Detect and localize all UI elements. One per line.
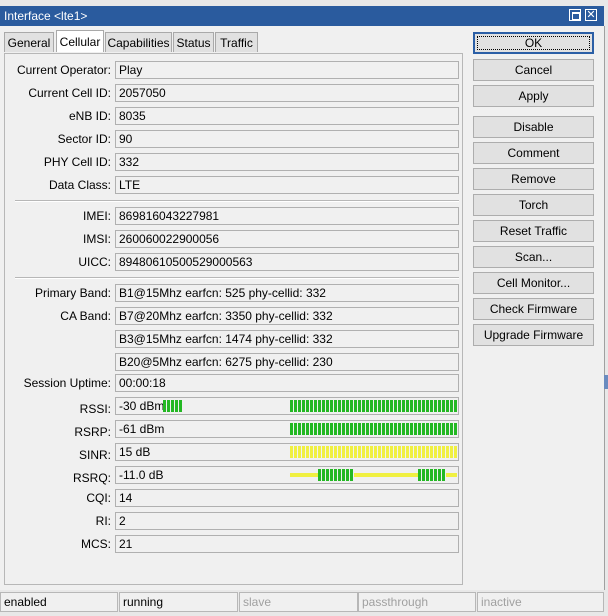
sinr-value: 15 dB	[119, 445, 151, 459]
ok-button[interactable]: OK	[473, 32, 594, 54]
torch-button[interactable]: Torch	[473, 194, 594, 216]
rssi-label: RSSI:	[79, 402, 111, 416]
window-title: Interface <lte1>	[4, 9, 88, 23]
mcs-field[interactable]: 21	[115, 535, 459, 553]
rsrq-label: RSRQ:	[72, 471, 111, 485]
ri-field[interactable]: 2	[115, 512, 459, 530]
cell-monitor-button[interactable]: Cell Monitor...	[473, 272, 594, 294]
primary-band-field[interactable]: B1@15Mhz earfcn: 525 phy-cellid: 332	[115, 284, 459, 302]
imei-label: IMEI:	[82, 209, 111, 223]
rssi-level-bar-short	[163, 400, 183, 412]
rssi-level-bar	[290, 400, 457, 412]
tab-cellular[interactable]: Cellular	[56, 30, 104, 52]
cqi-field[interactable]: 14	[115, 489, 459, 507]
enb-id-label: eNB ID:	[68, 109, 111, 123]
rsrp-level-bar	[290, 423, 457, 435]
tab-general[interactable]: General	[4, 32, 54, 52]
current-operator-label: Current Operator:	[16, 63, 111, 77]
status-inactive: inactive	[477, 592, 604, 612]
rsrq-field[interactable]: -11.0 dB	[115, 466, 459, 484]
sinr-field[interactable]: 15 dB	[115, 443, 459, 461]
remove-button[interactable]: Remove	[473, 168, 594, 190]
phy-cell-id-field[interactable]: 332	[115, 153, 459, 171]
ca-band-field-3[interactable]: B20@5Mhz earfcn: 6275 phy-cellid: 230	[115, 353, 459, 371]
close-icon[interactable]: ✕	[585, 9, 597, 21]
background-window-edge	[604, 375, 608, 389]
status-bar: enabled running slave passthrough inacti…	[0, 592, 608, 612]
primary-band-label: Primary Band:	[34, 286, 111, 300]
rsrq-level-bar-2	[418, 469, 446, 481]
upgrade-firmware-button[interactable]: Upgrade Firmware	[473, 324, 594, 346]
uicc-label: UICC:	[78, 255, 111, 269]
current-cell-id-label: Current Cell ID:	[28, 86, 111, 100]
enb-id-field[interactable]: 8035	[115, 107, 459, 125]
sinr-level-bar	[290, 446, 457, 458]
rsrp-label: RSRP:	[74, 425, 111, 439]
status-passthrough: passthrough	[358, 592, 476, 612]
status-running: running	[119, 592, 238, 612]
check-firmware-button[interactable]: Check Firmware	[473, 298, 594, 320]
ca-band-field-1[interactable]: B7@20Mhz earfcn: 3350 phy-cellid: 332	[115, 307, 459, 325]
rsrp-value: -61 dBm	[119, 422, 165, 436]
window-titlebar: Interface <lte1> ✕	[0, 6, 604, 26]
rsrq-level-bar-1	[318, 469, 354, 481]
disable-button[interactable]: Disable	[473, 116, 594, 138]
rssi-field[interactable]: -30 dBm	[115, 397, 459, 415]
rsrp-field[interactable]: -61 dBm	[115, 420, 459, 438]
ca-band-label: CA Band:	[60, 309, 111, 323]
cellular-panel: Current Operator: Play Current Cell ID: …	[4, 53, 463, 585]
session-uptime-field[interactable]: 00:00:18	[115, 374, 459, 392]
imei-field[interactable]: 869816043227981	[115, 207, 459, 225]
current-cell-id-field[interactable]: 2057050	[115, 84, 459, 102]
ca-band-field-2[interactable]: B3@15Mhz earfcn: 1474 phy-cellid: 332	[115, 330, 459, 348]
cancel-button[interactable]: Cancel	[473, 59, 594, 81]
reset-traffic-counters-button[interactable]: Reset Traffic Counters	[473, 220, 594, 258]
current-operator-field[interactable]: Play	[115, 61, 459, 79]
tab-traffic[interactable]: Traffic	[215, 32, 258, 52]
imsi-label: IMSI:	[82, 232, 111, 246]
session-uptime-label: Session Uptime:	[23, 376, 111, 390]
tab-capabilities[interactable]: Capabilities	[105, 32, 172, 52]
data-class-field[interactable]: LTE	[115, 176, 459, 194]
status-slave: slave	[239, 592, 358, 612]
tab-status[interactable]: Status	[173, 32, 214, 52]
status-enabled: enabled	[0, 592, 118, 612]
imsi-field[interactable]: 260060022900056	[115, 230, 459, 248]
cqi-label: CQI:	[86, 491, 111, 505]
rsrq-value: -11.0 dB	[119, 468, 164, 482]
sector-id-label: Sector ID:	[57, 132, 111, 146]
uicc-field[interactable]: 89480610500529000563	[115, 253, 459, 271]
mcs-label: MCS:	[81, 537, 111, 551]
apply-button[interactable]: Apply	[473, 85, 594, 107]
sector-id-field[interactable]: 90	[115, 130, 459, 148]
sinr-label: SINR:	[78, 448, 111, 462]
scan-button[interactable]: Scan...	[473, 246, 594, 268]
section-divider	[15, 200, 459, 202]
data-class-label: Data Class:	[48, 178, 111, 192]
phy-cell-id-label: PHY Cell ID:	[43, 155, 111, 169]
rssi-value: -30 dBm	[119, 399, 165, 413]
ri-label: RI:	[95, 514, 111, 528]
comment-button[interactable]: Comment	[473, 142, 594, 164]
section-divider	[15, 277, 459, 279]
maximize-icon[interactable]	[569, 9, 581, 21]
